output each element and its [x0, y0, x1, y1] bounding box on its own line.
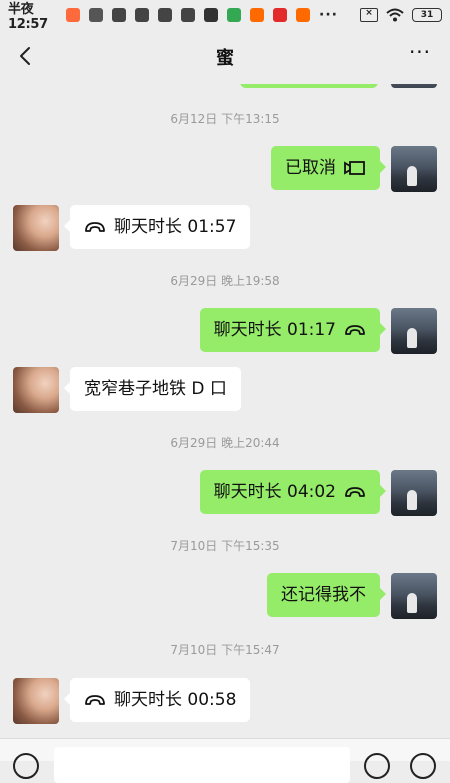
status-right: ··· × 31 — [319, 7, 442, 23]
message-text: 聊天时长 00:58 — [114, 690, 237, 710]
chat-history[interactable]: 6月12日 下午13:15 已取消聊天时长 01:57 6月29日 晚上19:58 聊… — [0, 72, 450, 744]
mi-app-icon — [250, 8, 265, 22]
avatar-figure — [407, 328, 417, 348]
message-input[interactable] — [54, 747, 350, 783]
my-avatar[interactable] — [391, 308, 437, 354]
status-bar: 半夜12:57 ··· × 31 — [0, 0, 450, 32]
mi-app-icon — [296, 8, 311, 22]
app-orange-icon — [66, 8, 81, 22]
avatar-figure — [407, 593, 417, 613]
avatar-figure — [407, 166, 417, 186]
voice-call-icon — [345, 487, 365, 497]
notification-cat-icon — [135, 8, 150, 22]
message-bubble[interactable]: 聊天时长 01:17 — [199, 308, 387, 352]
message-text: 聊天时长 01:57 — [114, 217, 237, 237]
my-avatar[interactable] — [391, 573, 437, 619]
message-text: 聊天时长 04:02 — [213, 482, 336, 502]
message-text: 聊天时长 01:17 — [213, 320, 336, 340]
outgoing-message: 已取消 — [0, 146, 450, 192]
my-avatar[interactable] — [391, 470, 437, 516]
incoming-message: 宽窄巷子地铁 D 口 — [0, 367, 450, 413]
message-timestamp: 6月12日 下午13:15 — [170, 112, 280, 126]
status-icons — [66, 8, 319, 22]
overflow-dots-icon: ··· — [319, 7, 338, 23]
my-avatar[interactable] — [391, 146, 437, 192]
message-timestamp: 6月29日 晚上20:44 — [170, 436, 280, 450]
message-text: 还记得我不 — [281, 585, 366, 605]
notification-cat-icon — [112, 8, 127, 22]
emoji-button[interactable] — [364, 753, 390, 779]
voice-call-icon — [85, 222, 105, 232]
message-bubble[interactable]: 宽窄巷子地铁 D 口 — [64, 367, 241, 411]
contact-avatar[interactable] — [13, 678, 59, 724]
netease-music-icon — [273, 8, 288, 22]
outgoing-message: 聊天时长 01:17 — [0, 308, 450, 354]
notification-cat-icon — [181, 8, 196, 22]
status-time: 半夜12:57 — [8, 2, 48, 32]
chat-header: 蜜 ··· — [0, 30, 450, 84]
message-text: 已取消 — [285, 158, 336, 178]
battery-indicator: 31 — [412, 8, 442, 22]
voice-input-button[interactable] — [13, 753, 39, 779]
message-bubble[interactable]: 聊天时长 01:57 — [63, 205, 251, 249]
play-store-icon — [227, 8, 242, 22]
contact-avatar[interactable] — [13, 367, 59, 413]
voice-call-icon — [85, 695, 105, 705]
chat-title: 蜜 — [216, 48, 234, 69]
outgoing-message: 聊天时长 04:02 — [0, 470, 450, 516]
outgoing-message: 还记得我不 — [0, 573, 450, 619]
calendar-icon — [89, 8, 104, 22]
message-bubble[interactable]: 还记得我不 — [267, 573, 386, 617]
contact-avatar[interactable] — [13, 205, 59, 251]
sim-disabled-icon: × — [360, 8, 378, 22]
message-timestamp: 6月29日 晚上19:58 — [170, 274, 280, 288]
message-bubble[interactable]: 聊天时长 00:58 — [63, 678, 251, 722]
message-bubble[interactable]: 已取消 — [271, 146, 386, 190]
message-timestamp: 7月10日 下午15:47 — [170, 643, 280, 657]
incoming-message: 聊天时长 00:58 — [0, 678, 450, 724]
message-bubble[interactable]: 聊天时长 04:02 — [199, 470, 387, 514]
check-icon — [204, 8, 219, 22]
message-text: 宽窄巷子地铁 D 口 — [84, 379, 227, 399]
input-bar — [0, 738, 450, 783]
cancelled-video-call-icon — [344, 161, 365, 175]
plus-button[interactable] — [410, 753, 436, 779]
avatar-figure — [407, 490, 417, 510]
message-timestamp: 7月10日 下午15:35 — [170, 539, 280, 553]
wifi-icon — [386, 8, 404, 22]
notification-cat-icon — [158, 8, 173, 22]
more-options-button[interactable]: ··· — [406, 42, 434, 68]
incoming-message: 聊天时长 01:57 — [0, 205, 450, 251]
voice-call-icon — [345, 325, 365, 335]
